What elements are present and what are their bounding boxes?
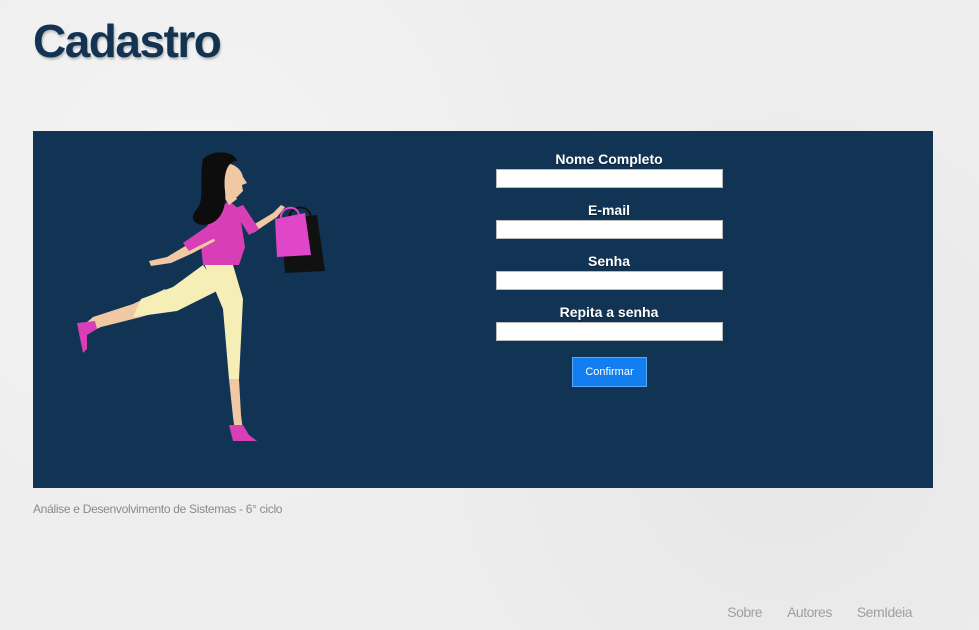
full-name-label: Nome Completo [555, 151, 663, 167]
full-name-input[interactable] [496, 169, 723, 188]
field-full-name: Nome Completo [495, 151, 723, 202]
front-leg [229, 379, 243, 431]
page: Cadastro Nome Completo E-mail Senha Repi… [0, 0, 979, 630]
page-title: Cadastro [33, 15, 222, 67]
pants-back-leg [133, 265, 221, 317]
field-repeat-password: Repita a senha [495, 304, 723, 355]
footer-link-autores[interactable]: Autores [787, 604, 832, 620]
footer-link-semideia[interactable]: SemIdeia [857, 604, 913, 620]
email-input[interactable] [496, 220, 723, 239]
password-label: Senha [587, 253, 630, 269]
back-shoe [77, 321, 97, 353]
field-password: Senha [495, 253, 723, 304]
registration-panel: Nome Completo E-mail Senha Repita a senh… [33, 131, 933, 488]
repeat-password-input[interactable] [496, 322, 723, 341]
front-shoe [229, 425, 257, 441]
repeat-password-label: Repita a senha [559, 304, 659, 320]
password-input[interactable] [496, 271, 723, 290]
registration-form: Nome Completo E-mail Senha Repita a senh… [495, 151, 723, 387]
confirm-button[interactable]: Confirmar [572, 357, 647, 387]
field-email: E-mail [495, 202, 723, 253]
email-label: E-mail [587, 202, 630, 218]
footer-link-sobre[interactable]: Sobre [727, 604, 762, 620]
footer-nav: Sobre Autores SemIdeia [727, 604, 912, 620]
pink-bag [275, 213, 311, 257]
course-caption: Análise e Desenvolvimento de Sistemas - … [33, 502, 283, 516]
shopping-woman-illustration [77, 152, 325, 441]
